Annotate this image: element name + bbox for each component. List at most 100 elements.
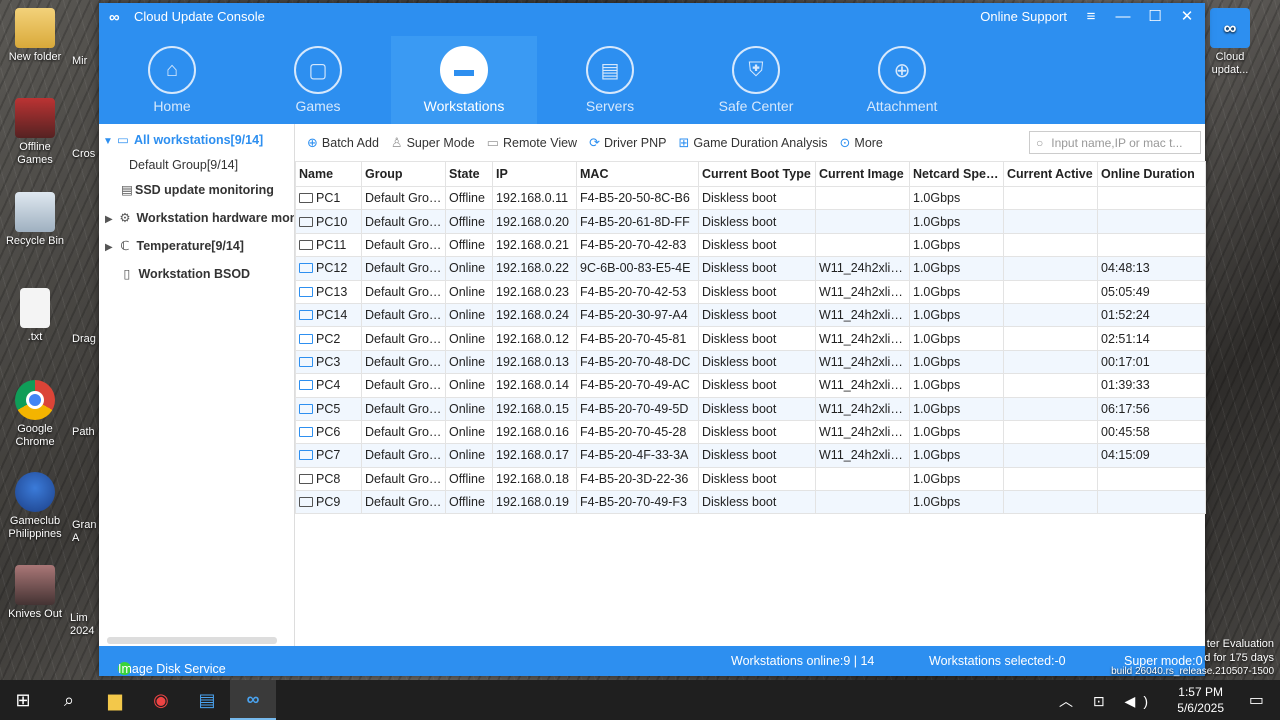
table-row[interactable]: PC13 Default Group Online 192.168.0.23 F4-B5… [295,279,1206,304]
desktop-icon-google-chrome[interactable]: Google Chrome [0,380,70,449]
watermark-line: d for 175 days [1204,652,1274,664]
table-cell-speed: 1.0Gbps [909,419,1004,445]
table-cell-image: W11_24h2xlite... [815,326,910,351]
start-button[interactable]: ⊞ [0,680,46,720]
table-cell-ip: 192.168.0.21 [492,232,577,258]
desktop-icon-cloud-update[interactable]: ∞ Cloud updat... [1200,8,1260,77]
computer-icon [299,193,313,204]
menu-icon[interactable]: ≡ [1083,8,1099,25]
taskbar-clock[interactable]: 1:57 PM 5/6/2025 [1177,684,1224,716]
super-mode-button[interactable]: ♙ Super Mode [391,135,475,151]
computer-icon [299,497,313,508]
more-button[interactable]: ⊙ More [840,135,883,151]
column-header[interactable]: Online Duration [1097,161,1206,187]
table-row[interactable]: PC6 Default Group Online 192.168.0.16 F4-B5-… [295,419,1206,445]
desktop-icon-cros[interactable]: Cros [72,148,100,161]
search-button[interactable]: ⌕ [46,680,92,720]
table-row[interactable]: PC11 Default Group Offline 192.168.0.21 F4-B… [295,232,1206,258]
column-header[interactable]: Name [295,161,362,187]
nav-servers[interactable]: ▤ Servers [537,36,683,124]
taskbar-file-explorer[interactable]: ▆ [92,680,138,720]
table-cell-mac: F4-B5-20-70-45-28 [576,419,699,445]
close-icon[interactable]: ✕ [1179,7,1195,25]
minimize-icon[interactable]: — [1115,8,1131,25]
button-label: Game Duration Analysis [693,135,828,150]
search-input[interactable]: ○ Input name,IP or mac t... [1029,131,1201,154]
desktop-icon-offline-games[interactable]: Offline Games [0,98,70,167]
nav-home[interactable]: ⌂ Home [99,36,245,124]
taskbar-cloud-update[interactable]: ∞ [230,680,276,720]
nav-safe-center[interactable]: ⛨ Safe Center [683,36,829,124]
nav-games[interactable]: ▢ Games [245,36,391,124]
desktop-icon-drag[interactable]: Drag [72,333,100,346]
tree-temperature[interactable]: ▶ ℂ Temperature[9/14] [105,235,244,257]
expand-right-icon[interactable]: ▶ [105,209,117,231]
table-cell-name: PC14 [295,302,362,328]
desktop-icon-label: Knives Out [8,608,62,620]
table-row[interactable]: PC5 Default Group Online 192.168.0.15 F4-B5-… [295,396,1206,421]
nav-workstations[interactable]: ▬ Workstations [391,36,537,124]
workstation-name: PC9 [316,495,341,510]
desktop-icon-new-folder[interactable]: New folder [0,8,70,64]
game-duration-analysis-button[interactable]: ⊞ Game Duration Analysis [679,135,828,151]
expand-right-icon[interactable]: ▶ [105,237,117,259]
table-row[interactable]: PC7 Default Group Online 192.168.0.17 F4-B5-… [295,443,1206,468]
tree-ssd-monitoring[interactable]: ▤ SSD update monitoring [119,179,274,201]
button-label: Batch Add [321,135,379,150]
driver-pnp-button[interactable]: ⟳ Driver PNP [589,135,666,151]
taskbar-notepad[interactable]: ▤ [184,680,230,720]
notification-icon[interactable]: ▭ [1249,690,1264,710]
table-row[interactable]: PC14 Default Group Online 192.168.0.24 F4-B5… [295,302,1206,328]
desktop-icon-txt[interactable]: .txt [0,288,70,344]
table-cell-image: W11_24h2xlite... [815,302,910,328]
nav-attachment[interactable]: ⊕ Attachment [829,36,975,124]
table-cell-duration [1097,232,1206,258]
tree-label: All workstations[9/14] [134,133,264,147]
desktop-icon-lim[interactable]: Lim 2024 [70,612,100,638]
column-header[interactable]: State [445,161,493,187]
table-row[interactable]: PC12 Default Group Online 192.168.0.22 9C-6B… [295,256,1206,281]
tree-bsod[interactable]: ▯ Workstation BSOD [119,263,251,285]
column-header[interactable]: Netcard Speed [909,161,1004,187]
column-header[interactable]: Current Boot Type [698,161,816,187]
maximize-icon[interactable]: ☐ [1147,7,1163,25]
tree-label: Workstation hardware mon [136,211,295,225]
computer-icon [299,286,313,297]
desktop-icon-recycle-bin[interactable]: Recycle Bin [0,192,70,248]
nav-label: Attachment [866,98,938,114]
table-row[interactable]: PC9 Default Group Offline 192.168.0.19 F4-B5… [295,490,1206,515]
tree-all-workstations[interactable]: ▼ ▭ All workstations[9/14] [103,129,263,151]
remote-view-button[interactable]: ▭ Remote View [487,135,577,151]
table-row[interactable]: PC1 Default Group Offline 192.168.0.11 F4-B5… [295,185,1206,211]
column-header[interactable]: Current Image [815,161,910,187]
status-bar: Image Disk Service Workstations online:9… [99,646,1205,676]
desktop-icon-mir[interactable]: Mir [72,55,100,68]
column-header[interactable]: Current Active [1003,161,1098,187]
table-cell-boot: Diskless boot [698,490,816,515]
batch-add-button[interactable]: ⊕ Batch Add [307,135,379,151]
system-tray[interactable]: ︿ ⊡ ◀) [1059,691,1156,711]
tree-default-group[interactable]: Default Group[9/14] [129,154,238,176]
table-row[interactable]: PC10 Default Group Offline 192.168.0.20 F4-B… [295,209,1206,234]
table-cell-ip: 192.168.0.11 [492,185,577,211]
table-cell-state: Online [445,373,493,398]
desktop-icon-gameclub[interactable]: Gameclub Philippines [0,472,70,541]
table-row[interactable]: PC8 Default Group Offline 192.168.0.18 F4-B5… [295,466,1206,492]
online-support-link[interactable]: Online Support [980,9,1067,24]
expand-down-icon[interactable]: ▼ [103,131,115,153]
taskbar-chrome[interactable]: ◉ [138,680,184,720]
column-header[interactable]: MAC [576,161,699,187]
desktop-icon-gran[interactable]: Gran A [72,519,100,545]
table-cell-image: W11_24h2xlite... [815,279,910,304]
tree-hardware-monitoring[interactable]: ▶ ⚙ Workstation hardware mon [105,207,295,231]
table-row[interactable]: PC2 Default Group Online 192.168.0.12 F4-B5-… [295,326,1206,351]
table-row[interactable]: PC3 Default Group Online 192.168.0.13 F4-B5-… [295,349,1206,375]
desktop-icon-path[interactable]: Path [72,426,100,439]
windows-icon: ⊞ [15,689,31,710]
monitor-icon: ▭ [117,133,129,147]
column-header[interactable]: IP [492,161,577,187]
table-row[interactable]: PC4 Default Group Online 192.168.0.14 F4-B5-… [295,373,1206,398]
column-header[interactable]: Group [361,161,446,187]
tree-horizontal-scrollbar[interactable] [107,637,277,644]
desktop-icon-knives-out[interactable]: Knives Out [0,565,70,621]
